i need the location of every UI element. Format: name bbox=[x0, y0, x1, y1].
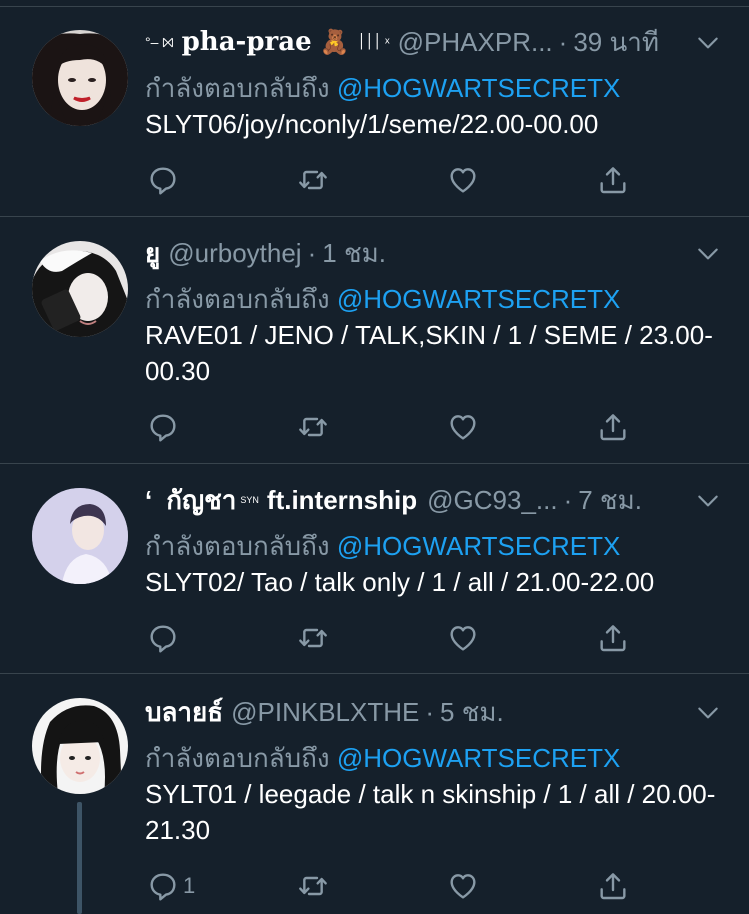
chevron-down-icon[interactable] bbox=[695, 700, 721, 726]
tweet[interactable]: บลายธ์ @PINKBLXTHE · 5 ชม. กำลังตอบกลับถ… bbox=[0, 674, 749, 914]
like-button[interactable] bbox=[447, 622, 479, 654]
teddy-bear-emoji: 🧸 bbox=[319, 28, 350, 56]
tweet[interactable]: ยู @urboythej · 1 ชม. กำลังตอบกลับถึง @H… bbox=[0, 217, 749, 463]
tweet-text: SYLT01 / leegade / talk n skinship / 1 /… bbox=[145, 779, 716, 845]
display-name-suffix: ׀׀׀ ˣ bbox=[357, 34, 390, 50]
separator-dot: · bbox=[307, 237, 317, 268]
display-name[interactable]: กัญชา bbox=[166, 482, 236, 518]
share-icon bbox=[597, 411, 629, 443]
timestamp[interactable]: 7 ชม. bbox=[578, 482, 642, 518]
avatar[interactable] bbox=[32, 30, 128, 126]
replying-to: กำลังตอบกลับถึง @HOGWARTSECRETX bbox=[145, 526, 620, 567]
like-icon bbox=[447, 622, 479, 654]
reply-mention-link[interactable]: @HOGWARTSECRETX bbox=[337, 73, 621, 103]
like-icon bbox=[447, 411, 479, 443]
timestamp[interactable]: 5 ชม. bbox=[440, 694, 504, 730]
like-icon bbox=[447, 164, 479, 196]
tweet[interactable]: ‘ กัญชา SYN ft.internship @GC93_... · 7 … bbox=[0, 464, 749, 673]
like-button[interactable] bbox=[447, 164, 479, 196]
timestamp[interactable]: 39 นาที bbox=[573, 24, 659, 60]
timestamp[interactable]: 1 ชม. bbox=[322, 235, 386, 271]
user-handle[interactable]: @PHAXPR... bbox=[398, 27, 553, 58]
user-handle[interactable]: @GC93_... bbox=[427, 485, 557, 516]
reply-mention-link[interactable]: @HOGWARTSECRETX bbox=[337, 284, 621, 314]
retweet-icon bbox=[297, 622, 329, 654]
display-name[interactable]: บลายธ์ bbox=[145, 694, 223, 730]
retweet-button[interactable] bbox=[297, 622, 329, 654]
retweet-button[interactable] bbox=[297, 164, 329, 196]
display-name-prefix: ‘ bbox=[145, 484, 153, 515]
share-button[interactable] bbox=[597, 622, 629, 654]
thread-connector-line bbox=[77, 802, 82, 914]
tweet-header: บลายธ์ @PINKBLXTHE · 5 ชม. bbox=[145, 694, 694, 730]
like-button[interactable] bbox=[447, 870, 479, 902]
tweet-text: RAVE01 / JENO / TALK,SKIN / 1 / SEME / 2… bbox=[145, 320, 713, 386]
share-icon bbox=[597, 870, 629, 902]
replying-to: กำลังตอบกลับถึง @HOGWARTSECRETX bbox=[145, 68, 620, 109]
like-icon bbox=[447, 870, 479, 902]
retweet-icon bbox=[297, 411, 329, 443]
display-name-tag: SYN bbox=[240, 495, 259, 505]
reply-mention-link[interactable]: @HOGWARTSECRETX bbox=[337, 531, 621, 561]
avatar[interactable] bbox=[32, 488, 128, 584]
reply-count: 1 bbox=[183, 873, 196, 898]
user-handle[interactable]: @PINKBLXTHE bbox=[231, 697, 419, 728]
reply-button[interactable]: 1 bbox=[147, 870, 195, 902]
tweet-header: ‘ กัญชา SYN ft.internship @GC93_... · 7 … bbox=[145, 482, 694, 518]
reply-mention-link[interactable]: @HOGWARTSECRETX bbox=[337, 743, 621, 773]
retweet-button[interactable] bbox=[297, 870, 329, 902]
tweet-text: SLYT02/ Tao / talk only / 1 / all / 21.0… bbox=[145, 567, 655, 597]
like-button[interactable] bbox=[447, 411, 479, 443]
reply-icon bbox=[147, 870, 179, 902]
retweet-icon bbox=[297, 870, 329, 902]
chevron-down-icon[interactable] bbox=[695, 241, 721, 267]
user-handle[interactable]: @urboythej bbox=[168, 238, 301, 269]
replying-to-label: กำลังตอบกลับถึง bbox=[145, 531, 330, 561]
display-name-decoration: °– ⨝ bbox=[145, 33, 174, 50]
reply-icon bbox=[147, 164, 179, 196]
display-name[interactable]: pha-prae bbox=[182, 27, 312, 57]
reply-button[interactable] bbox=[147, 164, 183, 196]
separator-dot: · bbox=[558, 26, 568, 57]
replying-to-label: กำลังตอบกลับถึง bbox=[145, 73, 330, 103]
display-name-suffix: ft.internship bbox=[266, 484, 418, 515]
replying-to-label: กำลังตอบกลับถึง bbox=[145, 743, 330, 773]
reply-icon bbox=[147, 411, 179, 443]
chevron-down-icon[interactable] bbox=[695, 488, 721, 514]
share-button[interactable] bbox=[597, 411, 629, 443]
retweet-button[interactable] bbox=[297, 411, 329, 443]
tweet-text: SLYT06/joy/nconly/1/seme/22.00-00.00 bbox=[145, 109, 599, 139]
separator-dot: · bbox=[425, 696, 435, 727]
share-icon bbox=[597, 622, 629, 654]
share-button[interactable] bbox=[597, 870, 629, 902]
replying-to: กำลังตอบกลับถึง @HOGWARTSECRETX bbox=[145, 279, 620, 320]
share-button[interactable] bbox=[597, 164, 629, 196]
tweet-header: ยู @urboythej · 1 ชม. bbox=[145, 235, 694, 271]
avatar[interactable] bbox=[32, 241, 128, 337]
chevron-down-icon[interactable] bbox=[695, 30, 721, 56]
reply-button[interactable] bbox=[147, 411, 183, 443]
reply-button[interactable] bbox=[147, 622, 183, 654]
avatar[interactable] bbox=[32, 698, 128, 794]
share-icon bbox=[597, 164, 629, 196]
retweet-icon bbox=[297, 164, 329, 196]
tweet-header: °– ⨝ pha-prae 🧸 ׀׀׀ ˣ @PHAXPR... · 39 นา… bbox=[145, 24, 694, 60]
reply-icon bbox=[147, 622, 179, 654]
display-name[interactable]: ยู bbox=[145, 235, 160, 271]
replying-to: กำลังตอบกลับถึง @HOGWARTSECRETX bbox=[145, 738, 620, 779]
tweet[interactable]: °– ⨝ pha-prae 🧸 ׀׀׀ ˣ @PHAXPR... · 39 นา… bbox=[0, 0, 749, 216]
separator-dot: · bbox=[563, 484, 573, 515]
replying-to-label: กำลังตอบกลับถึง bbox=[145, 284, 330, 314]
